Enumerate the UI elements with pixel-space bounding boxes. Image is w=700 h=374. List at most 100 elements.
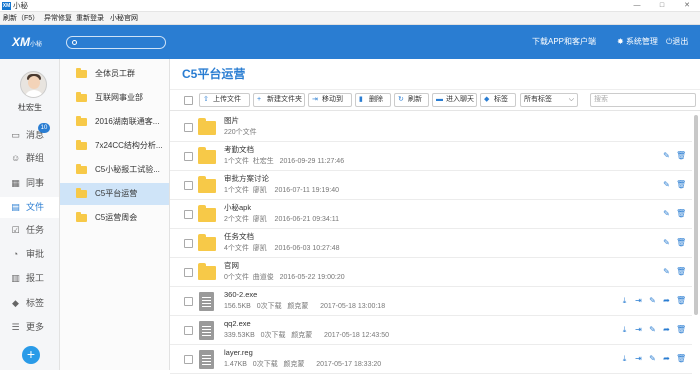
document-icon [199, 350, 214, 369]
scrollbar[interactable] [694, 115, 698, 315]
row-name[interactable]: 360-2.exe [224, 290, 257, 300]
trash-icon[interactable]: 🗑 [676, 209, 686, 218]
avatar[interactable] [20, 71, 47, 98]
nav-item-1[interactable]: ☺ 群组 [0, 148, 59, 169]
nav-item-7[interactable]: ◆ 标签 [0, 293, 59, 314]
folder-icon [198, 234, 216, 251]
close-button[interactable]: ✕ [678, 0, 696, 12]
folder-item[interactable]: 7x24CC结构分析... [60, 135, 169, 157]
toolbar-button-1[interactable]: + 新建文件夹 [253, 93, 305, 107]
folder-item[interactable]: 全体员工群 [60, 63, 169, 85]
edit-icon[interactable]: ✎ [662, 238, 671, 247]
move-icon[interactable]: ⇥ [634, 325, 643, 334]
row-name[interactable]: qq2.exe [224, 319, 251, 329]
nav-item-0[interactable]: ▭ 消息 10 [0, 123, 59, 146]
folder-icon [76, 164, 87, 174]
toolbar-label: 刷新 [408, 96, 422, 103]
row-name[interactable]: 小秘apk [224, 203, 251, 213]
table-row[interactable]: 考勤文档 1个文件 杜宏生 2016-09-29 11:27:46 ✎ 🗑 [170, 142, 692, 171]
download-icon[interactable]: ⤓ [620, 325, 629, 334]
trash-icon[interactable]: 🗑 [676, 180, 686, 189]
table-row[interactable]: 360-2.exe 156.5KB 0次下载 颜克蒙 2017-05-18 13:… [170, 287, 692, 316]
trash-icon[interactable]: 🗑 [676, 151, 686, 160]
nav-item-label: 任务 [26, 225, 45, 235]
nav-item-6[interactable]: ▥ 报工 [0, 268, 59, 289]
move-icon[interactable]: ⇥ [634, 296, 643, 305]
unread-badge: 10 [38, 123, 50, 133]
toolbar-button-4[interactable]: ↻ 刷新 [394, 93, 429, 107]
trash-icon[interactable]: 🗑 [676, 354, 686, 363]
row-checkbox[interactable] [184, 210, 193, 219]
add-button[interactable]: + [22, 346, 40, 364]
row-name[interactable]: layer.reg [224, 348, 253, 358]
row-name[interactable]: 考勤文档 [224, 145, 254, 155]
folder-item[interactable]: 2016湖南联通客... [60, 111, 169, 133]
global-search-input[interactable] [66, 36, 166, 49]
toolbar-button-6[interactable]: ◆ 标签 [480, 93, 516, 107]
move-icon[interactable]: ⇥ [634, 354, 643, 363]
row-checkbox[interactable] [184, 239, 193, 248]
trash-icon[interactable]: 🗑 [676, 296, 686, 305]
row-checkbox[interactable] [184, 123, 193, 132]
folder-item[interactable]: C5运营周会 [60, 207, 169, 229]
nav-item-3[interactable]: ▤ 文件 [0, 197, 59, 218]
menu-repair[interactable]: 异常修复 [44, 13, 72, 24]
edit-icon[interactable]: ✎ [662, 180, 671, 189]
menu-refresh[interactable]: 刷新（F5） [3, 13, 39, 24]
download-icon[interactable]: ⤓ [620, 296, 629, 305]
table-row[interactable]: 官网 0个文件 曲道俊 2016-05-22 19:00:20 ✎ 🗑 [170, 258, 692, 287]
edit-icon[interactable]: ✎ [662, 267, 671, 276]
row-name[interactable]: 任务文档 [224, 232, 254, 242]
share-icon[interactable]: ➦ [662, 354, 671, 363]
nav-item-2[interactable]: ▦ 同事 [0, 173, 59, 194]
trash-icon[interactable]: 🗑 [676, 267, 686, 276]
menu-website[interactable]: 小秘官网 [110, 13, 138, 24]
row-name[interactable]: 图片 [224, 116, 239, 126]
brand-logo: XM小秘 [12, 35, 43, 49]
download-app-link[interactable]: 下载APP和客户端 [532, 37, 596, 47]
file-search-input[interactable]: 搜索 [590, 93, 696, 107]
toolbar-button-5[interactable]: ▬ 进入聊天 [432, 93, 477, 107]
row-name[interactable]: 官网 [224, 261, 239, 271]
edit-icon[interactable]: ✎ [648, 325, 657, 334]
minimize-button[interactable]: — [628, 0, 646, 12]
row-checkbox[interactable] [184, 268, 193, 277]
exit-link[interactable]: ⏻退出 [666, 37, 688, 47]
row-checkbox[interactable] [184, 152, 193, 161]
maximize-button[interactable]: □ [653, 0, 671, 12]
table-row[interactable]: 任务文档 4个文件 廖凯 2016-06-03 10:27:48 ✎ 🗑 [170, 229, 692, 258]
row-checkbox[interactable] [184, 297, 193, 306]
tag-filter-select[interactable]: 所有标签 ⌵ [520, 93, 578, 107]
folder-item[interactable]: 互联网事业部 [60, 87, 169, 109]
edit-icon[interactable]: ✎ [662, 209, 671, 218]
settings-link[interactable]: ✸ 系统管理 [617, 37, 658, 47]
nav-item-5[interactable]: ◔ 审批 [0, 244, 59, 265]
edit-icon[interactable]: ✎ [648, 296, 657, 305]
row-name[interactable]: 审批方案讨论 [224, 174, 269, 184]
row-checkbox[interactable] [184, 181, 193, 190]
folder-item[interactable]: C5小秘报工试验... [60, 159, 169, 181]
download-icon[interactable]: ⤓ [620, 354, 629, 363]
table-row[interactable]: 审批方案讨论 1个文件 廖凯 2016-07-11 19:19:40 ✎ 🗑 [170, 171, 692, 200]
toolbar-button-3[interactable]: ▮ 删除 [355, 93, 391, 107]
menu-relogin[interactable]: 重新登录 [76, 13, 104, 24]
select-all-checkbox[interactable] [184, 96, 193, 105]
row-checkbox[interactable] [184, 355, 193, 364]
table-row[interactable]: 小秘apk 2个文件 廖凯 2016-06-21 09:34:11 ✎ 🗑 [170, 200, 692, 229]
share-icon[interactable]: ➦ [662, 325, 671, 334]
nav-item-4[interactable]: ☑ 任务 [0, 220, 59, 241]
folder-item[interactable]: C5平台运营 [60, 183, 169, 205]
edit-icon[interactable]: ✎ [662, 151, 671, 160]
row-checkbox[interactable] [184, 326, 193, 335]
trash-icon[interactable]: 🗑 [676, 325, 686, 334]
toolbar-label: 删除 [369, 96, 383, 103]
edit-icon[interactable]: ✎ [648, 354, 657, 363]
folder-label: 互联网事业部 [95, 93, 143, 102]
toolbar-button-2[interactable]: ⇥ 移动到 [308, 93, 352, 107]
table-row[interactable]: qq2.exe 339.53KB 0次下载 颜克蒙 2017-05-18 12:4… [170, 316, 692, 345]
nav-item-8[interactable]: ☰ 更多 [0, 317, 59, 338]
share-icon[interactable]: ➦ [662, 296, 671, 305]
trash-icon[interactable]: 🗑 [676, 238, 686, 247]
toolbar-button-0[interactable]: ⇧ 上传文件 [199, 93, 250, 107]
table-row[interactable]: 图片 220个文件 [170, 113, 692, 142]
